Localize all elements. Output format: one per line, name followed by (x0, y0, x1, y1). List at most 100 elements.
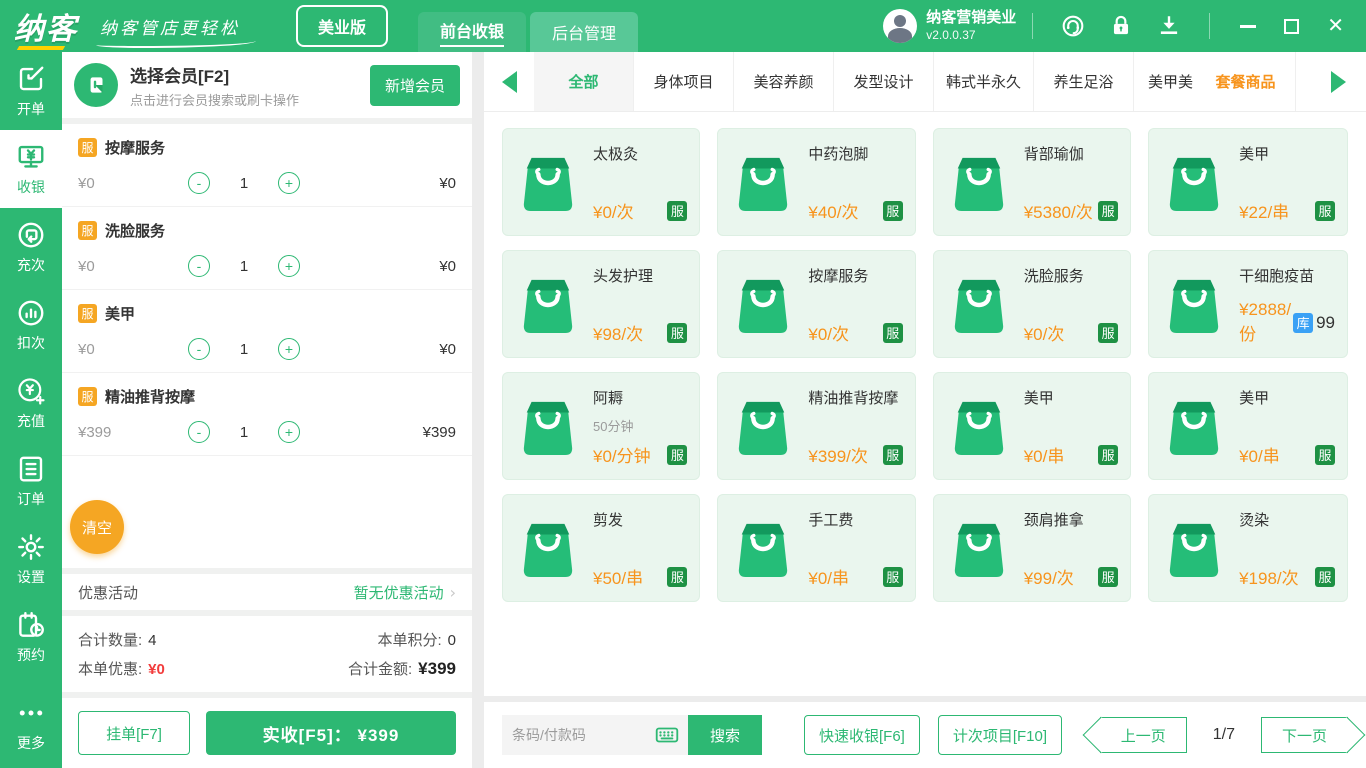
shopping-bag-icon (950, 273, 1008, 335)
product-card[interactable]: 精油推背按摩 ¥399/次 服 (717, 372, 916, 480)
cart-item[interactable]: 服 精油推背按摩 ¥399 - 1 + ¥399 (62, 373, 472, 456)
select-member-title: 选择会员[F2] (130, 66, 230, 86)
shopping-bag-icon (734, 273, 792, 335)
lock-icon[interactable] (1108, 13, 1134, 39)
header-tab-front-cashier[interactable]: 前台收银 (418, 12, 527, 52)
cart-item[interactable]: 服 洗脸服务 ¥0 - 1 + ¥0 (62, 207, 472, 290)
orders-list-icon (16, 454, 46, 484)
category-scroll-right-button[interactable] (1310, 52, 1366, 111)
product-price: ¥0/串 (1023, 447, 1065, 466)
product-price: ¥99/次 (1023, 569, 1074, 588)
product-name: 背部瑜伽 (1023, 146, 1084, 163)
product-card[interactable]: 干细胞疫苗 ¥2888/份 库 99 (1148, 250, 1348, 358)
close-button[interactable]: ✕ (1327, 16, 1344, 36)
sidebar-nav: 开单 收银 充次 扣次 充值 订单 设置 预约 更多 (0, 52, 62, 768)
product-card[interactable]: 头发护理 ¥98/次 服 (502, 250, 701, 358)
product-card[interactable]: 颈肩推拿 ¥99/次 服 (932, 494, 1132, 602)
minimize-button[interactable] (1240, 24, 1257, 28)
promo-row: 优惠活动 暂无优惠活动 › (62, 574, 472, 610)
maximize-button[interactable] (1284, 18, 1300, 34)
shopping-bag-icon (950, 395, 1008, 457)
sidebar-item-deduct-times[interactable]: 扣次 (0, 286, 62, 364)
product-price: ¥0/分钟 (593, 447, 651, 466)
keyboard-icon[interactable] (654, 715, 688, 755)
cart-item-amount: ¥0 (439, 257, 456, 275)
cart-item-amount: ¥399 (422, 423, 456, 441)
search-button[interactable]: 搜索 (688, 715, 762, 755)
app-version: v2.0.0.37 (926, 27, 976, 42)
category-tab[interactable]: 美甲美 (1134, 52, 1196, 111)
category-tab[interactable]: 全部 (534, 52, 634, 111)
more-dots-icon (16, 698, 46, 728)
promo-value[interactable]: 暂无优惠活动 › (354, 582, 456, 603)
product-name: 颈肩推拿 (1023, 512, 1084, 529)
product-card[interactable]: 美甲 ¥22/串 服 (1148, 128, 1348, 236)
sidebar-item-recharge-value[interactable]: 充值 (0, 364, 62, 442)
category-tab[interactable]: 养生足浴 (1034, 52, 1134, 111)
decrease-qty-button[interactable]: - (188, 338, 210, 360)
product-card[interactable]: 洗脸服务 ¥0/次 服 (932, 250, 1132, 358)
increase-qty-button[interactable]: + (278, 338, 300, 360)
sidebar-item-cashier[interactable]: 收银 (0, 130, 62, 208)
count-item-button[interactable]: 计次项目[F10] (937, 715, 1063, 755)
header-tab-back-admin[interactable]: 后台管理 (530, 12, 639, 52)
recharge-times-icon (16, 220, 46, 250)
product-name: 头发护理 (593, 268, 654, 285)
cart-item[interactable]: 服 按摩服务 ¥0 - 1 + ¥0 (62, 124, 472, 207)
download-icon[interactable] (1156, 13, 1182, 39)
product-card[interactable]: 美甲 ¥0/串 服 (932, 372, 1132, 480)
product-card[interactable]: 按摩服务 ¥0/次 服 (717, 250, 916, 358)
product-price: ¥0/串 (808, 569, 849, 588)
product-name: 美甲 (1239, 146, 1270, 163)
category-tab[interactable]: 套餐商品 (1196, 52, 1296, 111)
cart-item-name: 精油推背按摩 (105, 389, 196, 406)
category-scroll-left-button[interactable] (484, 52, 534, 111)
order-summary: 合计数量: 4 本单积分: 0 本单优惠: ¥0 合计金额: ¥399 (62, 616, 472, 692)
quick-cashier-button[interactable]: 快速收银[F6] (804, 715, 920, 755)
hold-order-button[interactable]: 挂单[F7] (78, 711, 190, 755)
product-card[interactable]: 手工费 ¥0/串 服 (717, 494, 916, 602)
brand-slogan: 纳客管店更轻松 (96, 14, 256, 48)
product-price: ¥0/次 (1023, 325, 1065, 344)
product-grid: 太极灸 ¥0/次 服 中药泡脚 ¥40/次 服 背部瑜伽 ¥5380/次 服 美… (502, 128, 1348, 602)
sidebar-item-booking[interactable]: 预约 (0, 598, 62, 676)
barcode-input[interactable] (502, 715, 654, 755)
order-discount: 本单优惠: ¥0 (78, 661, 165, 678)
prev-page-button[interactable]: 上一页 (1099, 717, 1187, 753)
cart-item[interactable]: 服 美甲 ¥0 - 1 + ¥0 (62, 290, 472, 373)
category-tab[interactable]: 美容养颜 (734, 52, 834, 111)
increase-qty-button[interactable]: + (278, 172, 300, 194)
product-card[interactable]: 美甲 ¥0/串 服 (1148, 372, 1348, 480)
product-name: 干细胞疫苗 (1239, 268, 1315, 285)
product-type-badge: 服 (1098, 566, 1119, 587)
category-tab[interactable]: 身体项目 (634, 52, 734, 111)
shopping-bag-icon (734, 151, 792, 213)
product-card[interactable]: 阿耨 50分钟 ¥0/分钟 服 (502, 372, 701, 480)
product-type-badge: 服 (1315, 444, 1335, 465)
select-member-area[interactable]: 选择会员[F2] 点击进行会员搜索或刷卡操作 新增会员 (62, 52, 472, 118)
sidebar-item-more[interactable]: 更多 (0, 686, 62, 764)
add-member-button[interactable]: 新增会员 (369, 64, 460, 106)
pay-button[interactable]: 实收[F5]： ¥399 (206, 711, 456, 755)
decrease-qty-button[interactable]: - (188, 172, 210, 194)
product-card[interactable]: 烫染 ¥198/次 服 (1148, 494, 1348, 602)
next-page-button[interactable]: 下一页 (1260, 717, 1348, 753)
product-card[interactable]: 背部瑜伽 ¥5380/次 服 (932, 128, 1132, 236)
product-card[interactable]: 剪发 ¥50/串 服 (502, 494, 701, 602)
support-icon[interactable] (1060, 13, 1086, 39)
decrease-qty-button[interactable]: - (188, 421, 210, 443)
product-card[interactable]: 太极灸 ¥0/次 服 (502, 128, 701, 236)
clear-cart-button[interactable]: 清空 (70, 500, 124, 554)
sidebar-item-recharge-times[interactable]: 充次 (0, 208, 62, 286)
decrease-qty-button[interactable]: - (188, 255, 210, 277)
category-tab[interactable]: 韩式半永久 (934, 52, 1034, 111)
sidebar-item-orders[interactable]: 订单 (0, 442, 62, 520)
edition-badge-button[interactable]: 美业版 (296, 5, 389, 47)
product-card[interactable]: 中药泡脚 ¥40/次 服 (717, 128, 916, 236)
category-tab[interactable]: 发型设计 (834, 52, 934, 111)
sidebar-item-open-order[interactable]: 开单 (0, 52, 62, 130)
user-avatar[interactable] (883, 9, 918, 43)
sidebar-item-settings[interactable]: 设置 (0, 520, 62, 598)
increase-qty-button[interactable]: + (278, 421, 300, 443)
increase-qty-button[interactable]: + (278, 255, 300, 277)
